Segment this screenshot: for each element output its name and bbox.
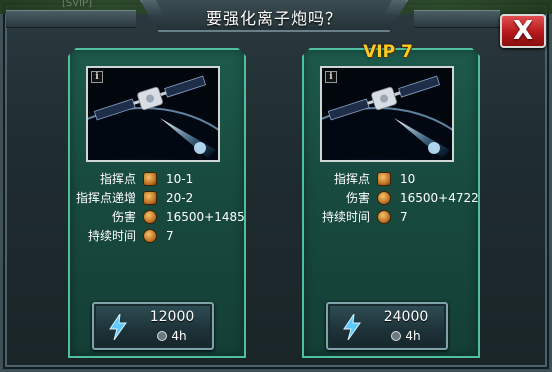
stat-label: 持续时间 <box>87 229 136 243</box>
upgrade-button-vip[interactable]: 24000 4h <box>326 302 448 350</box>
stat-row-duration: 持续时间 7 <box>302 208 482 227</box>
space-station-image: i <box>320 66 454 162</box>
close-button[interactable]: X <box>500 14 546 48</box>
duration-icon <box>143 229 157 243</box>
background-svip-tag: [SVIP] <box>62 0 92 9</box>
space-station-image: i <box>86 66 220 162</box>
upgrade-time-row: 4h <box>374 329 438 343</box>
stats-list-vip: 指挥点 10 伤害 16500+4722 持续时间 7 <box>302 170 482 227</box>
stat-row-command-increase: 指挥点递增 20-2 <box>68 189 248 208</box>
duration-icon <box>377 210 391 224</box>
stat-value: 7 <box>166 229 174 243</box>
upgrade-button-standard[interactable]: 12000 4h <box>92 302 214 350</box>
clock-icon <box>391 331 402 341</box>
stat-row-damage: 伤害 16500+4722 <box>302 189 482 208</box>
upgrade-time: 4h <box>405 329 421 343</box>
stat-label: 持续时间 <box>321 210 370 224</box>
vip-badge: VIP 7 <box>363 42 413 62</box>
upgrade-time: 4h <box>171 329 187 343</box>
lightning-icon <box>343 314 361 340</box>
stat-value: 20-2 <box>166 191 194 205</box>
space-station-illustration <box>322 68 452 160</box>
stat-value: 16500+4722 <box>400 191 479 205</box>
stat-label: 伤害 <box>111 210 136 224</box>
upgrade-cost: 24000 <box>383 309 429 325</box>
command-increase-icon <box>143 191 157 205</box>
stats-list-standard: 指挥点 10-1 指挥点递增 20-2 伤害 16500+1485 持续时间 7 <box>68 170 248 246</box>
command-point-icon <box>143 172 157 186</box>
space-station-illustration <box>88 68 218 160</box>
title-rail-right <box>414 10 500 28</box>
close-icon: X <box>512 16 534 46</box>
stat-value: 16500+1485 <box>166 210 245 224</box>
stat-value: 10 <box>400 172 416 186</box>
stat-row-duration: 持续时间 7 <box>68 227 248 246</box>
info-icon[interactable]: i <box>91 71 103 83</box>
stat-row-command-point: 指挥点 10 <box>302 170 482 189</box>
stat-label: 指挥点递增 <box>75 191 136 205</box>
stat-value: 7 <box>400 210 408 224</box>
stat-label: 伤害 <box>345 191 370 205</box>
stat-label: 指挥点 <box>333 172 370 186</box>
stat-label: 指挥点 <box>99 172 136 186</box>
stat-row-command-point: 指挥点 10-1 <box>68 170 248 189</box>
info-icon[interactable]: i <box>325 71 337 83</box>
lightning-icon <box>109 314 127 340</box>
damage-icon <box>143 210 157 224</box>
command-point-icon <box>377 172 391 186</box>
dialog-title: 要强化离子炮吗？ <box>205 9 342 28</box>
clock-icon <box>157 331 168 341</box>
title-rail-left <box>6 10 136 28</box>
upgrade-time-row: 4h <box>140 329 204 343</box>
stat-value: 10-1 <box>166 172 194 186</box>
upgrade-cost: 12000 <box>149 309 195 325</box>
stat-row-damage: 伤害 16500+1485 <box>68 208 248 227</box>
damage-icon <box>377 191 391 205</box>
